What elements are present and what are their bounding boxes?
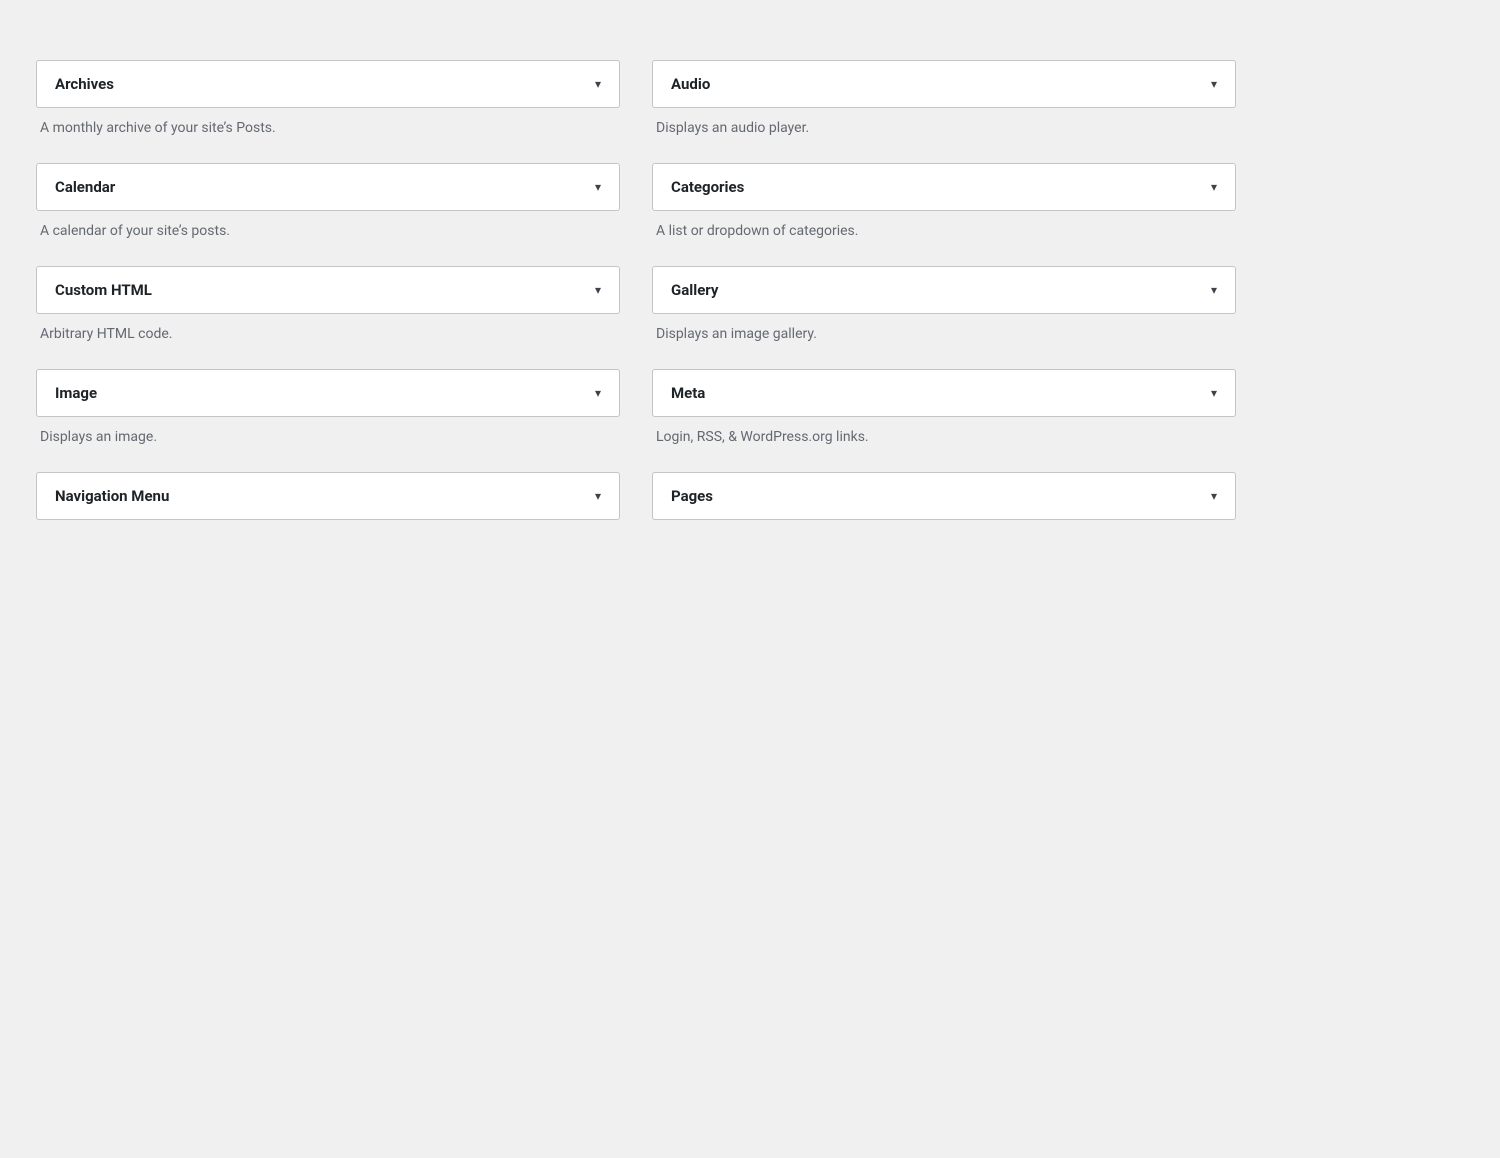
widget-name-label: Gallery (671, 281, 718, 299)
widget-name-label: Calendar (55, 178, 115, 196)
widget-gallery[interactable]: Gallery ▾ (652, 266, 1236, 314)
widget-audio[interactable]: Audio ▾ (652, 60, 1236, 108)
chevron-down-icon: ▾ (1211, 77, 1217, 91)
widget-navigation-menu[interactable]: Navigation Menu ▾ (36, 472, 620, 520)
list-item: Meta ▾ Login, RSS, & WordPress.org links. (652, 369, 1236, 468)
list-item: Calendar ▾ A calendar of your site’s posts… (36, 163, 620, 262)
chevron-down-icon: ▾ (1211, 180, 1217, 194)
widgets-column-right: Audio▾Displays an audio player.Categorie… (652, 60, 1236, 524)
chevron-down-icon: ▾ (595, 283, 601, 297)
chevron-down-icon: ▾ (595, 77, 601, 91)
chevron-down-icon: ▾ (595, 489, 601, 503)
widget-description: A monthly archive of your site’s Posts. (36, 108, 620, 159)
widget-description: Displays an image. (36, 417, 620, 468)
widget-custom-html[interactable]: Custom HTML ▾ (36, 266, 620, 314)
list-item: Gallery ▾ Displays an image gallery. (652, 266, 1236, 365)
widget-meta[interactable]: Meta ▾ (652, 369, 1236, 417)
widgets-grid: Archives ▾ A monthly archive of your site’… (36, 60, 1236, 524)
widget-name-label: Categories (671, 178, 744, 196)
widget-categories[interactable]: Categories ▾ (652, 163, 1236, 211)
widget-name-label: Pages (671, 487, 713, 505)
widget-description: Displays an image gallery. (652, 314, 1236, 365)
widget-name-label: Audio (671, 75, 710, 93)
list-item: Image ▾ Displays an image. (36, 369, 620, 468)
list-item: Archives ▾ A monthly archive of your site’… (36, 60, 620, 159)
list-item: Categories ▾ A list or dropdown of categor… (652, 163, 1236, 262)
widgets-column-left: Archives ▾ A monthly archive of your site’… (36, 60, 620, 524)
widget-description: Arbitrary HTML code. (36, 314, 620, 365)
widget-description: Login, RSS, & WordPress.org links. (652, 417, 1236, 468)
widget-name-label: Image (55, 384, 97, 402)
list-item: Pages ▾ (652, 472, 1236, 520)
widget-name-label: Meta (671, 384, 705, 402)
chevron-down-icon: ▾ (1211, 283, 1217, 297)
chevron-down-icon: ▾ (1211, 489, 1217, 503)
list-item: Navigation Menu ▾ (36, 472, 620, 520)
widget-name-label: Navigation Menu (55, 487, 169, 505)
widget-name-label: Custom HTML (55, 281, 152, 299)
chevron-down-icon: ▾ (1211, 386, 1217, 400)
widget-calendar[interactable]: Calendar ▾ (36, 163, 620, 211)
widget-description: A list or dropdown of categories. (652, 211, 1236, 262)
widget-archives[interactable]: Archives ▾ (36, 60, 620, 108)
list-item: Custom HTML ▾ Arbitrary HTML code. (36, 266, 620, 365)
widget-name-label: Archives (55, 75, 114, 93)
list-item: Audio ▾ Displays an audio player. (652, 60, 1236, 159)
chevron-down-icon: ▾ (595, 180, 601, 194)
widget-description: A calendar of your site’s posts. (36, 211, 620, 262)
widget-image[interactable]: Image ▾ (36, 369, 620, 417)
widget-description: Displays an audio player. (652, 108, 1236, 159)
chevron-down-icon: ▾ (595, 386, 601, 400)
widget-pages[interactable]: Pages ▾ (652, 472, 1236, 520)
